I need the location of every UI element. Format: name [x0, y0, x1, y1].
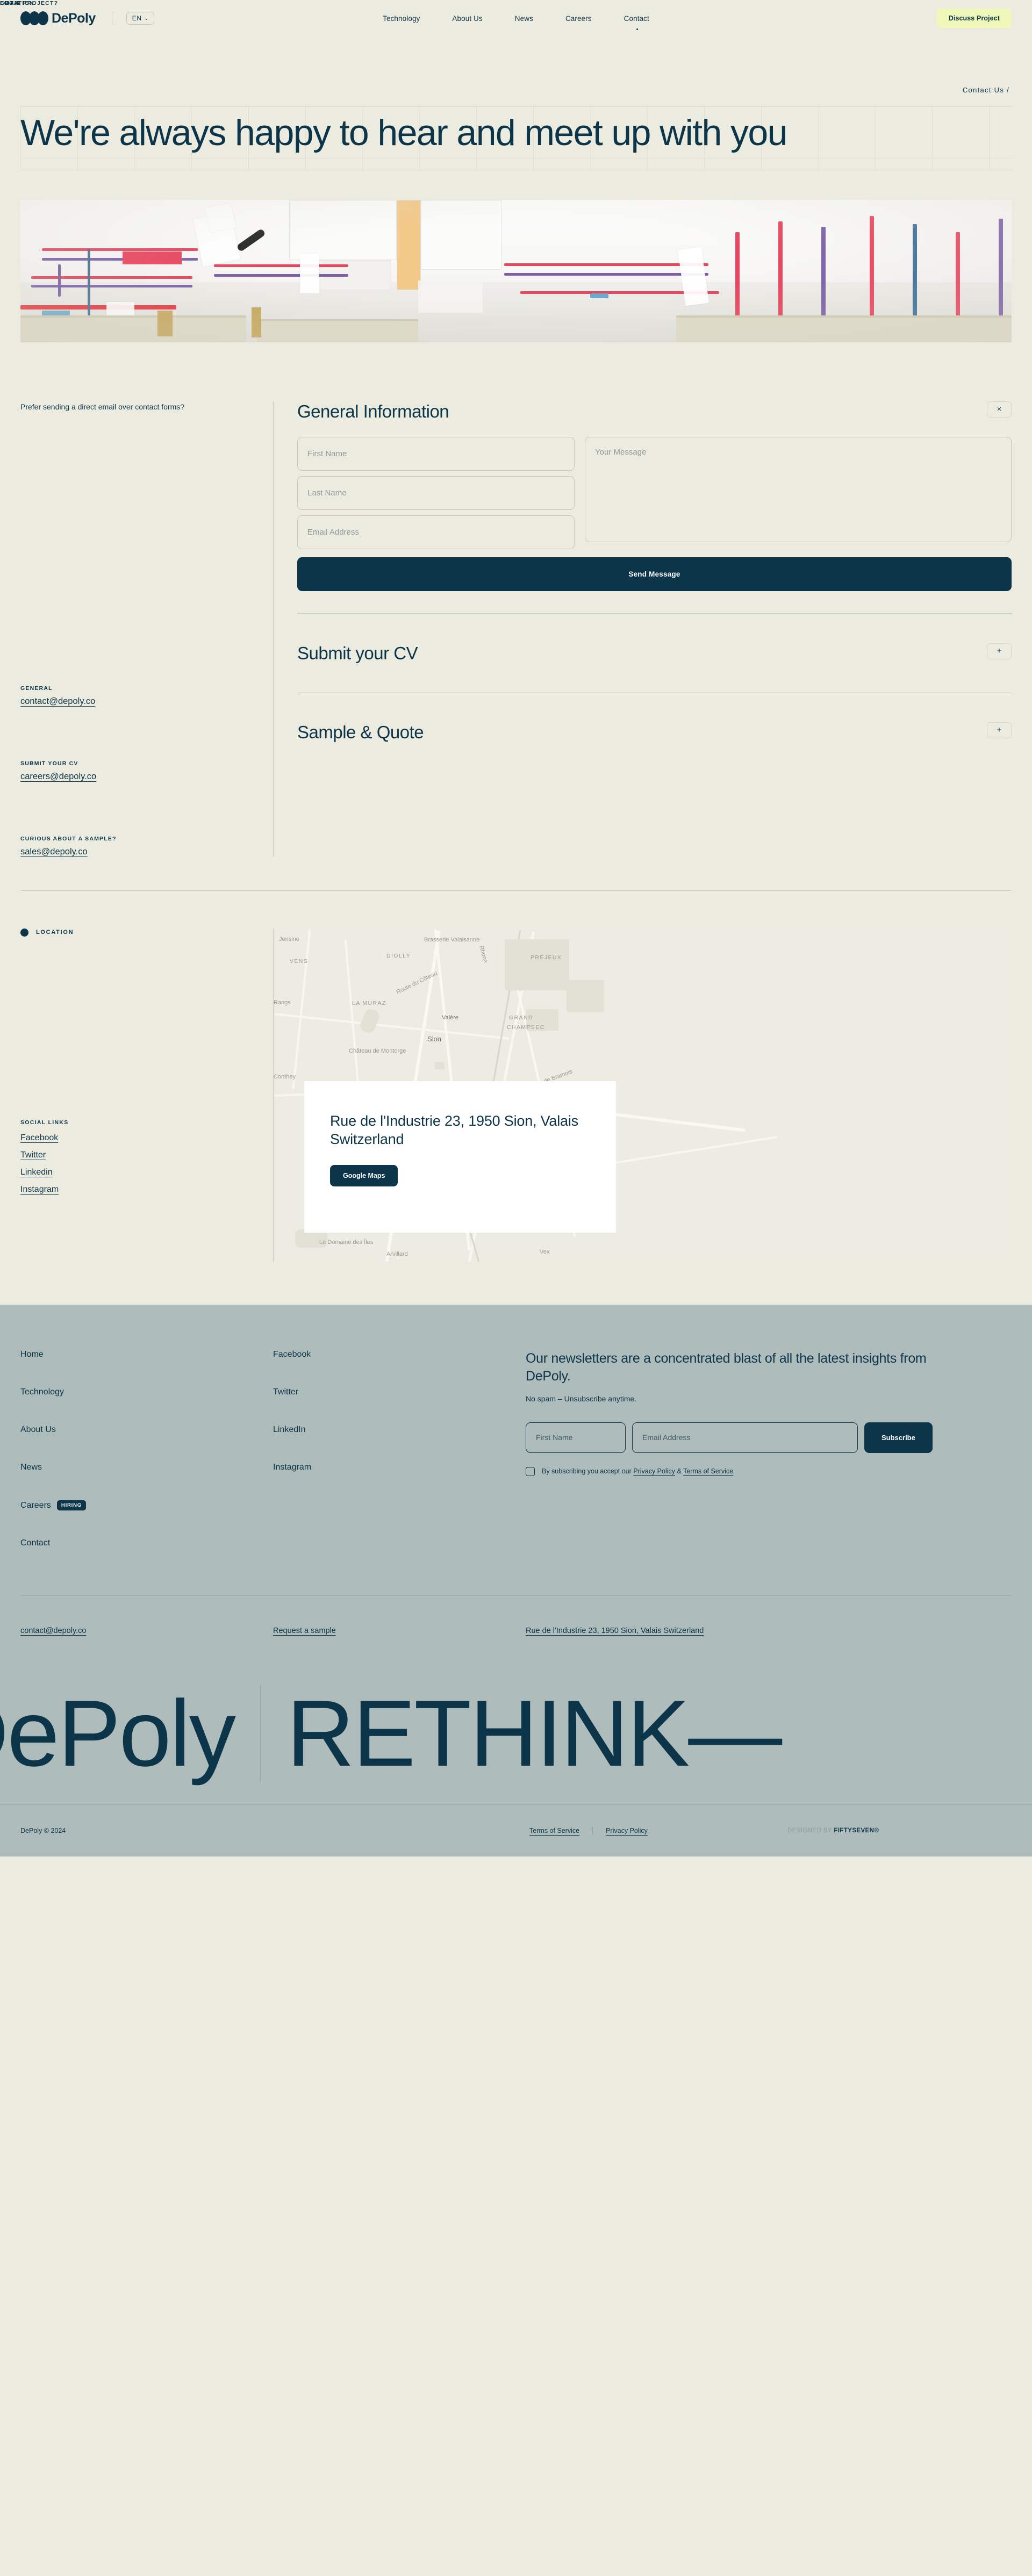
footer-marquee: DePoly RETHINK—	[0, 1664, 1032, 1804]
terms-of-service-link[interactable]: Terms of Service	[529, 1827, 579, 1834]
marquee-word-rethink: RETHINK—	[286, 1681, 782, 1786]
site-footer: Home Technology About Us News Careers HIR…	[0, 0, 1032, 1857]
link-separator	[592, 1827, 593, 1834]
copyright: DePoly © 2024	[20, 1826, 66, 1834]
footer-location-col: LOCATION Rue de l'Industrie 23, 1950 Sio…	[0, 0, 1012, 1636]
contact-page: DePoly EN ⌄ Technology About Us News Car…	[0, 0, 1032, 1857]
designed-by: DESIGNED BY FIFTYSEVEN®	[787, 1827, 879, 1834]
footer-location-label: LOCATION	[0, 0, 34, 6]
footer-bottom: DePoly © 2024 Terms of Service Privacy P…	[0, 1805, 1032, 1857]
marquee-word-depoly: DePoly	[0, 1681, 236, 1786]
designed-by-prefix: DESIGNED BY	[787, 1827, 834, 1834]
footer-bottom-links: Terms of Service Privacy Policy	[529, 1827, 648, 1834]
footer-mid: EMAIL contact@depoly.co GOT A PROJECT? R…	[0, 0, 1032, 1636]
designed-by-brand: FIFTYSEVEN®	[834, 1827, 879, 1834]
privacy-policy-link[interactable]: Privacy Policy	[606, 1827, 648, 1834]
